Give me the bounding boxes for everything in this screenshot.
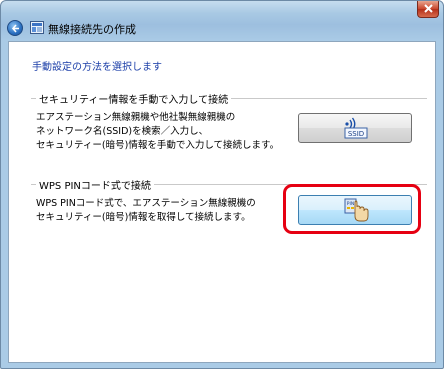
- wireless-setup-icon: [30, 21, 44, 34]
- ssid-icon-label: SSID: [348, 130, 364, 138]
- manual-desc-line1: エアステーション無線親機や他社製無線親機の: [36, 112, 236, 123]
- instruction-text: 手動設定の方法を選択します: [32, 62, 162, 73]
- wps-desc-line2: セキュリティー(暗号)情報を取得して接続します。: [36, 212, 251, 223]
- highlight-frame: [283, 184, 421, 234]
- back-arrow-icon: [11, 24, 19, 33]
- dialog-window: 無線接続先の作成 手動設定の方法を選択します セキュリティー情報を手動で入力して…: [0, 0, 444, 369]
- manual-setup-button[interactable]: SSID: [298, 113, 412, 143]
- manual-group-title: セキュリティー情報を手動で入力して接続: [36, 91, 232, 106]
- wps-desc-line1: WPS PINコード式で、エアステーション無線親機の: [36, 198, 256, 209]
- close-icon: [424, 4, 433, 13]
- wireless-ssid-icon: SSID: [344, 117, 368, 139]
- wps-group-title: WPS PINコード式で接続: [36, 177, 154, 192]
- back-button[interactable]: [7, 20, 23, 36]
- window-title: 無線接続先の作成: [48, 23, 136, 36]
- manual-desc-line2: ネットワーク名(SSID)を検索／入力し、: [36, 126, 209, 137]
- close-button[interactable]: [417, 1, 439, 18]
- manual-desc-line3: セキュリティー(暗号)情報を手動で入力して接続します。: [36, 140, 280, 151]
